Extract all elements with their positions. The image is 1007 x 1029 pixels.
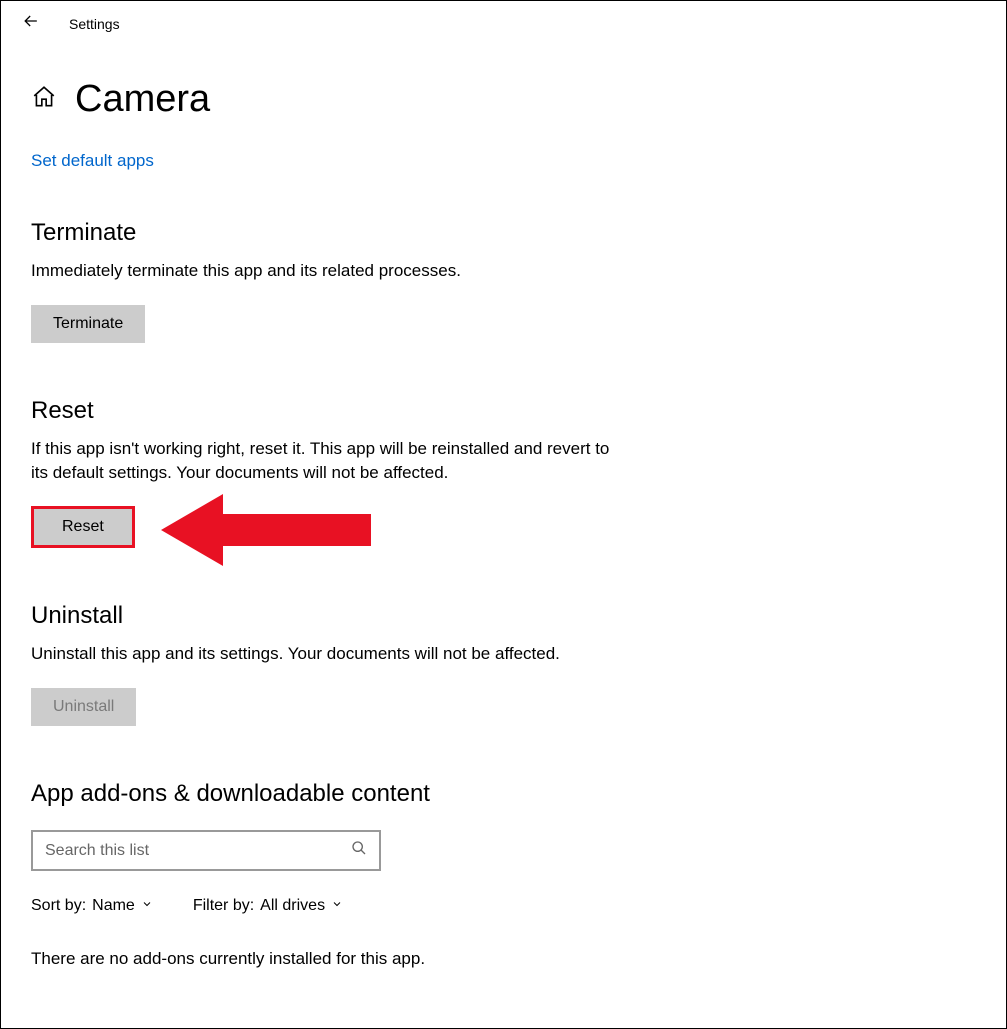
addons-empty-text: There are no add-ons currently installed… (31, 949, 976, 969)
reset-desc: If this app isn't working right, reset i… (31, 437, 631, 485)
window-title: Settings (69, 16, 120, 32)
home-icon[interactable] (31, 84, 57, 115)
terminate-section: Terminate Immediately terminate this app… (31, 219, 976, 343)
sort-by-label: Sort by: (31, 897, 86, 915)
set-default-apps-link[interactable]: Set default apps (31, 151, 154, 171)
search-icon (351, 840, 367, 861)
addons-heading: App add-ons & downloadable content (31, 780, 976, 808)
reset-section: Reset If this app isn't working right, r… (31, 397, 976, 549)
addons-search-input[interactable] (45, 842, 351, 860)
sort-by-dropdown[interactable]: Sort by: Name (31, 897, 153, 915)
uninstall-heading: Uninstall (31, 602, 976, 630)
reset-button[interactable]: Reset (31, 506, 135, 548)
terminate-button[interactable]: Terminate (31, 305, 145, 343)
addons-section: App add-ons & downloadable content Sort … (31, 780, 976, 969)
sort-by-value: Name (92, 897, 135, 915)
page-title: Camera (75, 78, 210, 121)
uninstall-section: Uninstall Uninstall this app and its set… (31, 602, 976, 726)
reset-heading: Reset (31, 397, 976, 425)
uninstall-desc: Uninstall this app and its settings. You… (31, 642, 631, 666)
filter-by-label: Filter by: (193, 897, 254, 915)
uninstall-button: Uninstall (31, 688, 136, 726)
terminate-heading: Terminate (31, 219, 976, 247)
addons-search-box[interactable] (31, 830, 381, 871)
terminate-desc: Immediately terminate this app and its r… (31, 259, 631, 283)
back-icon[interactable] (21, 11, 41, 36)
red-arrow-annotation-icon (161, 492, 371, 568)
chevron-down-icon (141, 897, 153, 915)
filter-by-value: All drives (260, 897, 325, 915)
filter-by-dropdown[interactable]: Filter by: All drives (193, 897, 343, 915)
chevron-down-icon (331, 897, 343, 915)
